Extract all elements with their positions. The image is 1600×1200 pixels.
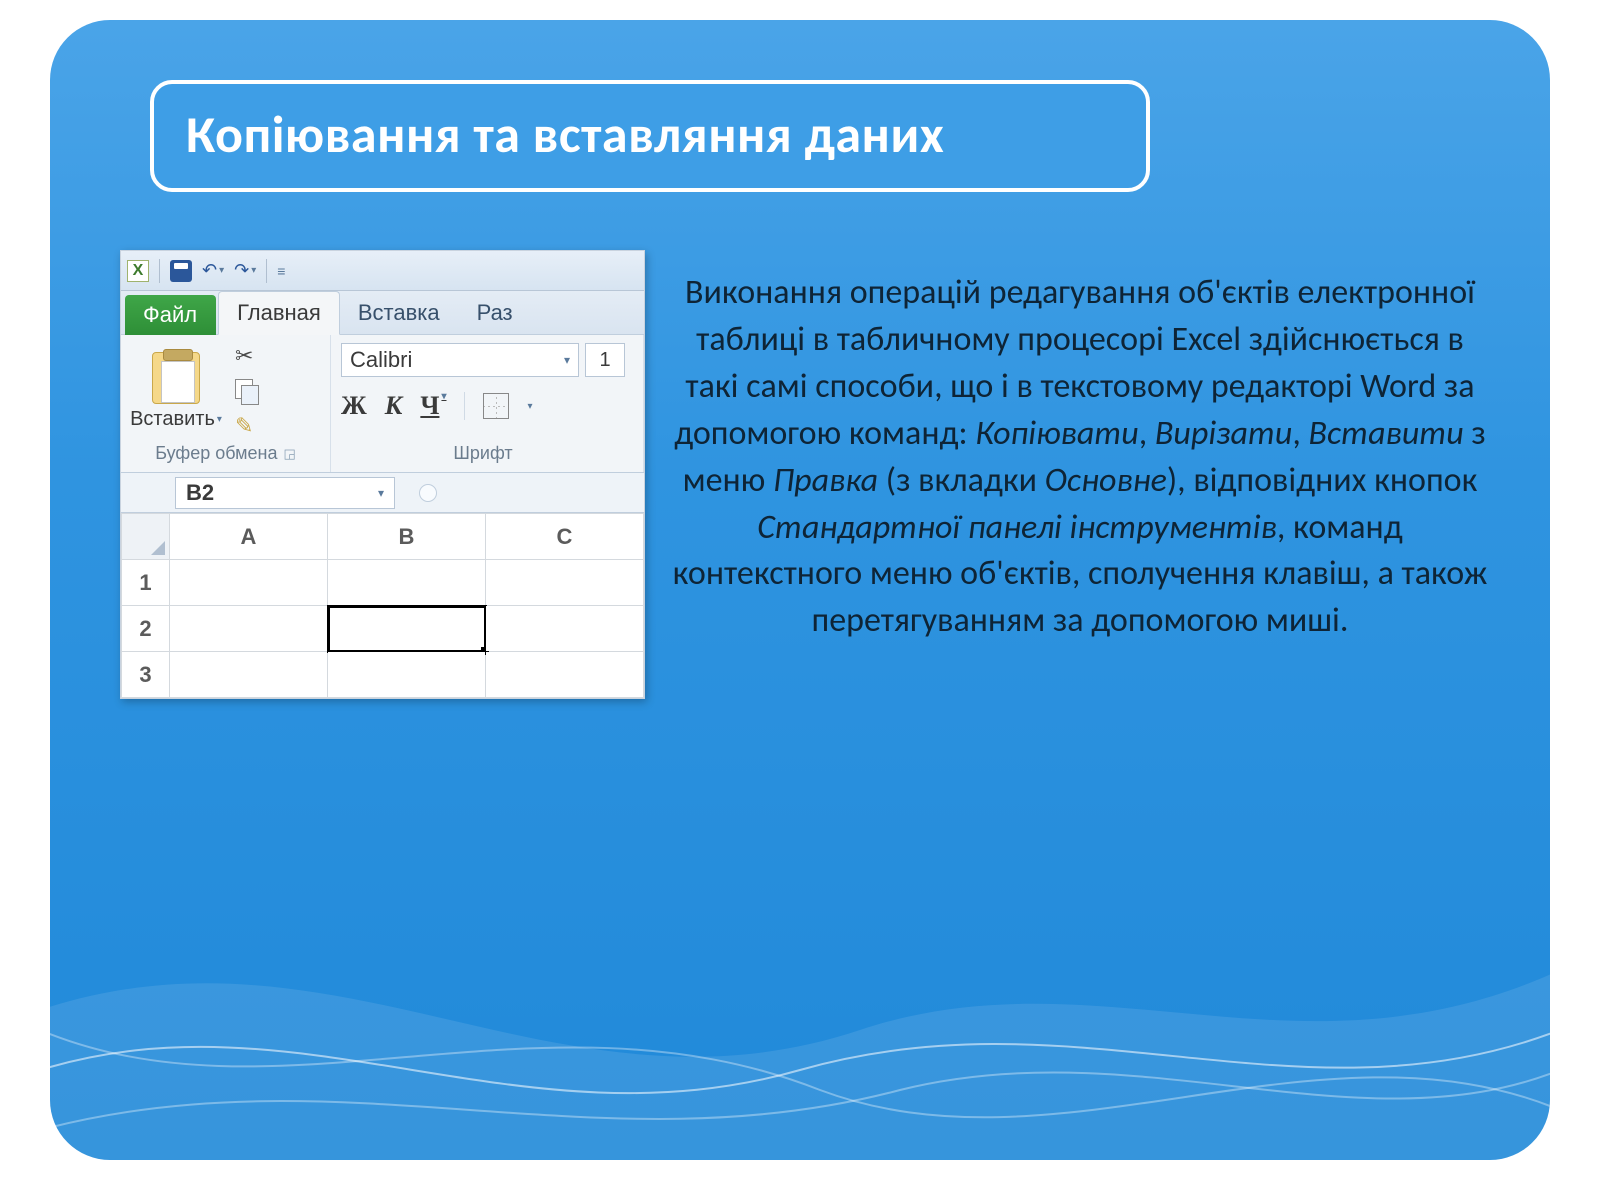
italic-button[interactable]: К: [385, 391, 403, 421]
paste-button[interactable]: Вставить▾: [131, 352, 221, 431]
cell-b2-selected[interactable]: [328, 606, 486, 652]
row-header-3[interactable]: 3: [122, 652, 170, 698]
cell-c3[interactable]: [486, 652, 644, 698]
cell-a1[interactable]: [170, 560, 328, 606]
clipboard-group: Вставить▾ ✂ ✎ Буфер обмена ◲: [121, 335, 331, 472]
paste-icon: [152, 352, 200, 404]
customize-qat-icon[interactable]: ≡: [277, 263, 285, 279]
cell-a2[interactable]: [170, 606, 328, 652]
quick-access-toolbar: ↶▾ ↷▾ ≡: [121, 251, 644, 291]
copy-icon[interactable]: [235, 379, 259, 403]
row-header-2[interactable]: 2: [122, 606, 170, 652]
tab-insert[interactable]: Вставка: [340, 291, 459, 334]
borders-icon[interactable]: [483, 393, 509, 419]
underline-button[interactable]: Ч▾: [420, 391, 446, 421]
separator: [266, 259, 267, 283]
cell-a3[interactable]: [170, 652, 328, 698]
font-name-combo[interactable]: Calibri▾: [341, 343, 579, 377]
ribbon-tabs: Файл Главная Вставка Раз: [121, 291, 644, 335]
fx-icon[interactable]: [419, 484, 437, 502]
cell-c2[interactable]: [486, 606, 644, 652]
clipboard-group-label: Буфер обмена ◲: [131, 439, 320, 470]
ribbon: Вставить▾ ✂ ✎ Буфер обмена ◲: [121, 335, 644, 473]
tab-file[interactable]: Файл: [125, 295, 216, 335]
tab-layout[interactable]: Раз: [459, 291, 532, 334]
formula-bar: B2▾: [121, 473, 644, 513]
undo-icon[interactable]: ↶▾: [202, 260, 224, 281]
dialog-launcher-icon[interactable]: ◲: [284, 446, 296, 462]
title-box: Копіювання та вставляння даних: [150, 80, 1150, 192]
col-header-a[interactable]: A: [170, 514, 328, 560]
bold-button[interactable]: Ж: [341, 391, 367, 421]
spreadsheet-grid[interactable]: A B C 1 2 3: [121, 513, 644, 698]
save-icon[interactable]: [170, 260, 192, 282]
cell-b3[interactable]: [328, 652, 486, 698]
cut-icon[interactable]: ✂: [235, 343, 259, 369]
cell-c1[interactable]: [486, 560, 644, 606]
col-header-b[interactable]: B: [328, 514, 486, 560]
slide: Копіювання та вставляння даних Виконання…: [50, 20, 1550, 1160]
tab-home[interactable]: Главная: [218, 291, 340, 335]
separator: [159, 259, 160, 283]
decorative-wave: [50, 830, 1550, 1160]
excel-logo-icon: [127, 260, 149, 282]
name-box[interactable]: B2▾: [175, 477, 395, 509]
separator: [464, 392, 465, 420]
cell-b1[interactable]: [328, 560, 486, 606]
redo-icon[interactable]: ↷▾: [234, 260, 256, 281]
row-header-1[interactable]: 1: [122, 560, 170, 606]
select-all-corner[interactable]: [122, 514, 170, 560]
excel-screenshot: ↶▾ ↷▾ ≡ Файл Главная Вставка Раз Вставит…: [120, 250, 645, 699]
body-text: Виконання операцій редагування об'єктів …: [670, 270, 1490, 645]
slide-title: Копіювання та вставляння даних: [186, 102, 1114, 166]
font-group-label: Шрифт: [341, 439, 625, 470]
col-header-c[interactable]: C: [486, 514, 644, 560]
font-group: Calibri▾ 1 Ж К Ч▾ ▾ Шрифт: [331, 335, 644, 472]
paste-label: Вставить: [130, 408, 215, 431]
font-size-combo[interactable]: 1: [585, 343, 625, 377]
format-painter-icon[interactable]: ✎: [235, 413, 259, 439]
